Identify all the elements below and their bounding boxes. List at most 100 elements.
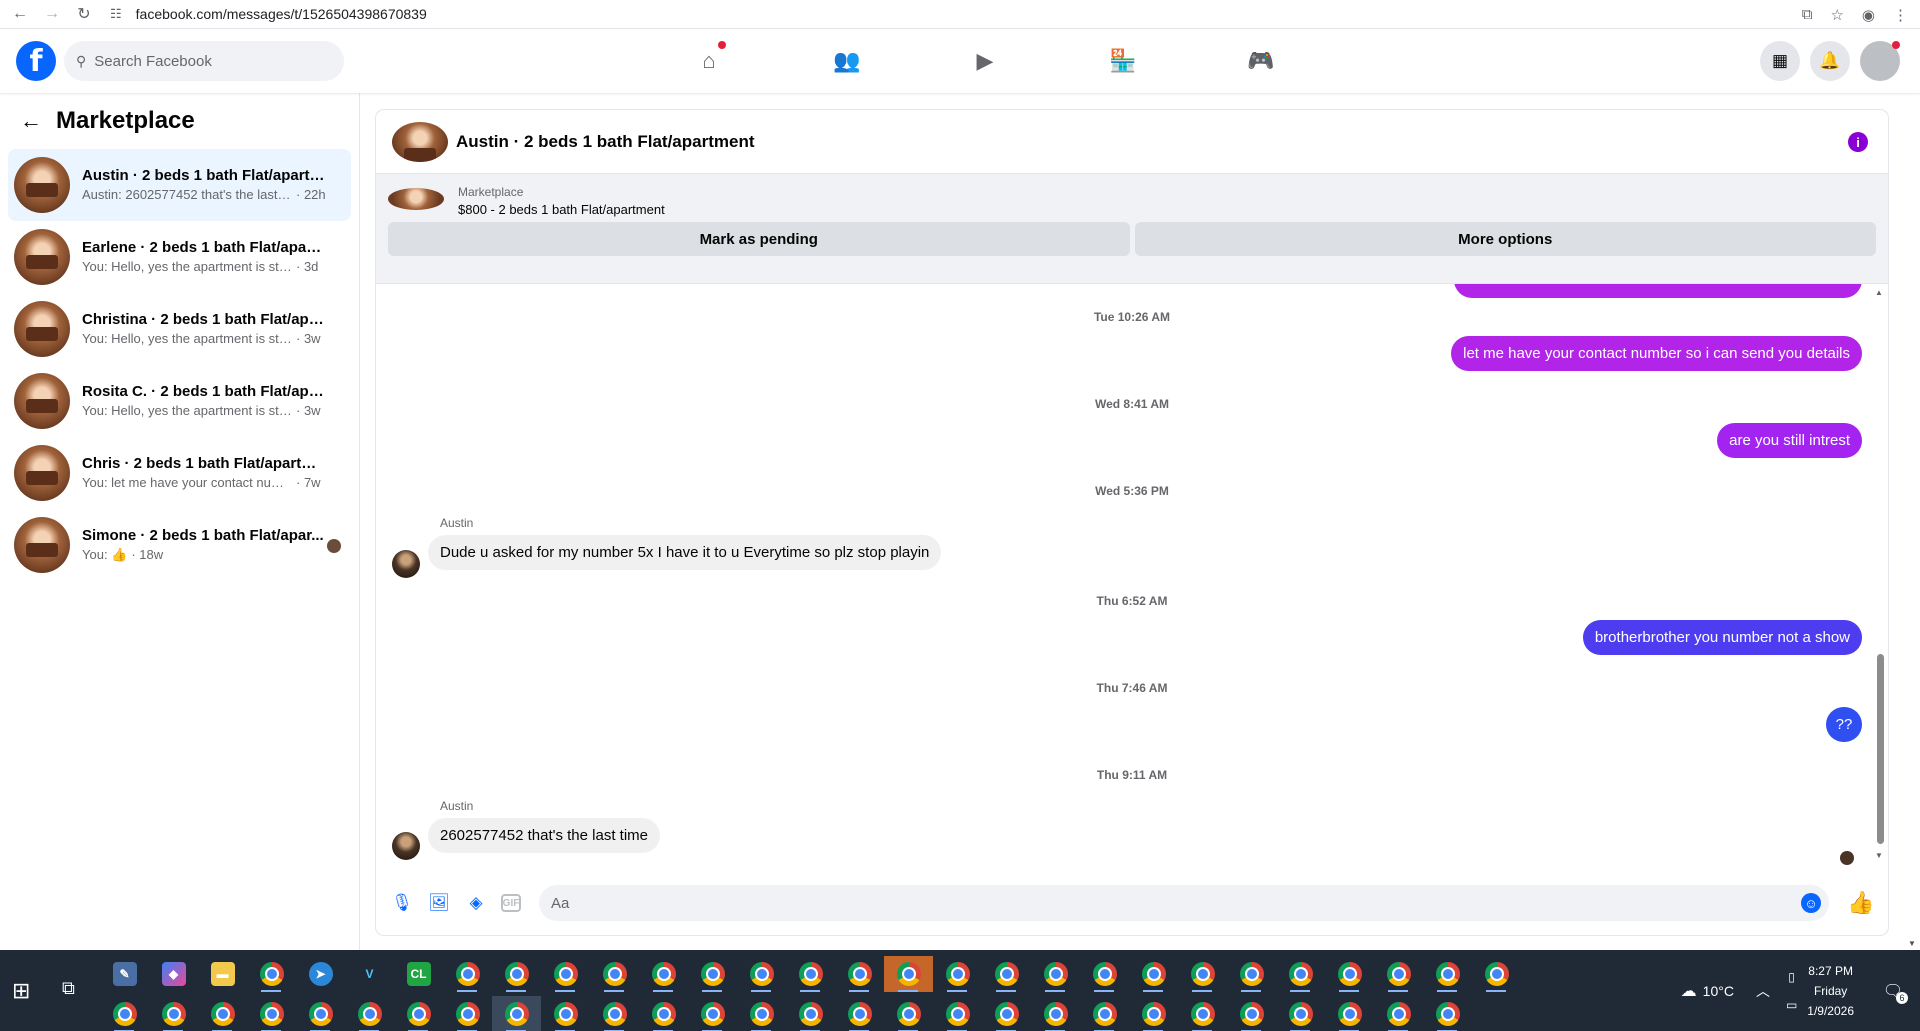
chrome-icon[interactable] <box>541 996 590 1031</box>
network-icon[interactable]: ▭ <box>1786 998 1797 1012</box>
chrome-icon[interactable] <box>1129 996 1178 1031</box>
chrome-icon[interactable] <box>1178 996 1227 1031</box>
copilot-icon[interactable]: ◆ <box>149 956 198 992</box>
chrome-icon[interactable] <box>1276 956 1325 992</box>
chrome-icon[interactable] <box>1325 956 1374 992</box>
chrome-icon[interactable] <box>786 996 835 1031</box>
facebook-logo[interactable]: f <box>16 41 56 81</box>
video-tab[interactable]: ▶ <box>916 29 1054 93</box>
tune-icon[interactable]: ☷ <box>110 6 122 22</box>
chrome-icon[interactable] <box>933 956 982 992</box>
chrome-icon[interactable] <box>786 956 835 992</box>
notifications-button[interactable]: 🔔 <box>1810 41 1850 81</box>
chrome-icon[interactable] <box>1227 956 1276 992</box>
chrome-icon[interactable] <box>982 956 1031 992</box>
chrome-icon[interactable] <box>688 956 737 992</box>
app-icon[interactable]: CL <box>394 956 443 992</box>
back-arrow-icon[interactable]: ← <box>8 2 32 26</box>
chrome-icon[interactable] <box>247 996 296 1031</box>
chrome-icon[interactable] <box>1227 996 1276 1031</box>
chrome-icon[interactable] <box>639 956 688 992</box>
chrome-icon[interactable] <box>1423 956 1472 992</box>
chat-title[interactable]: Austin · 2 beds 1 bath Flat/apartment <box>456 132 755 152</box>
account-avatar[interactable] <box>1860 41 1900 81</box>
chrome-icon[interactable] <box>688 996 737 1031</box>
chrome-icon[interactable] <box>100 996 149 1031</box>
task-view-icon[interactable]: ⧉ <box>62 978 75 999</box>
chrome-icon[interactable] <box>1031 956 1080 992</box>
search-input[interactable]: ⚲ Search Facebook <box>64 41 344 81</box>
back-arrow-icon[interactable]: ← <box>20 108 42 134</box>
marketplace-tab[interactable]: 🏪 <box>1054 29 1192 93</box>
more-options-button[interactable]: More options <box>1134 222 1876 256</box>
chrome-icon[interactable] <box>198 996 247 1031</box>
incoming-message[interactable]: 2602577452 that's the last time <box>428 818 661 853</box>
chrome-icon[interactable] <box>737 996 786 1031</box>
conversation-item[interactable]: Rosita C. · 2 beds 1 bath Flat/apart... … <box>8 365 351 437</box>
chrome-icon[interactable] <box>149 996 198 1031</box>
thread-scrollbar[interactable]: ▲ ▼ <box>1875 288 1885 860</box>
reload-icon[interactable]: ↻ <box>72 2 96 26</box>
mark-pending-button[interactable]: Mark as pending <box>388 222 1130 256</box>
chrome-icon[interactable] <box>590 996 639 1031</box>
scroll-up-icon[interactable]: ▲ <box>1875 288 1883 297</box>
chrome-icon[interactable] <box>835 956 884 992</box>
chrome-icon[interactable] <box>443 996 492 1031</box>
menu-dots-icon[interactable]: ⋮ <box>1893 6 1908 24</box>
chrome-icon[interactable] <box>1472 956 1521 992</box>
app-icon[interactable]: V <box>345 956 394 992</box>
install-app-icon[interactable]: ⧉ <box>1802 6 1813 23</box>
gaming-tab[interactable]: 🎮 <box>1192 29 1330 93</box>
sticker-icon[interactable]: ◈ <box>464 891 488 915</box>
chrome-icon[interactable] <box>933 996 982 1031</box>
notification-center[interactable]: 🗨 6 <box>1878 976 1908 1006</box>
scroll-down-icon[interactable]: ▼ <box>1908 939 1916 948</box>
forward-arrow-icon[interactable]: → <box>40 2 64 26</box>
outgoing-message[interactable]: brotherbrother you number not a show <box>1582 620 1862 655</box>
chrome-icon[interactable] <box>1374 996 1423 1031</box>
chrome-icon[interactable] <box>296 996 345 1031</box>
chrome-icon[interactable] <box>1080 996 1129 1031</box>
weather-widget[interactable]: ☁ 10°C <box>1681 981 1734 1001</box>
conversation-item[interactable]: Chris · 2 beds 1 bath Flat/apartment You… <box>8 437 351 509</box>
chrome-icon[interactable] <box>982 996 1031 1031</box>
profile-icon[interactable]: ◉ <box>1862 6 1875 24</box>
conversation-item[interactable]: Christina · 2 beds 1 bath Flat/apart... … <box>8 293 351 365</box>
clock[interactable]: 8:27 PM Friday 1/9/2026 <box>1807 961 1854 1021</box>
outgoing-message[interactable]: let me have your contact number so i can… <box>1451 336 1862 371</box>
phone-link-icon[interactable]: ▯ <box>1788 970 1795 984</box>
chrome-icon-selected[interactable] <box>492 996 541 1031</box>
friends-tab[interactable]: 👥 <box>778 29 916 93</box>
chrome-icon[interactable] <box>1178 956 1227 992</box>
chrome-icon[interactable] <box>835 996 884 1031</box>
app-icon[interactable]: ➤ <box>296 956 345 992</box>
gif-icon[interactable]: GIF <box>501 894 521 912</box>
chevron-up-icon[interactable]: ︿ <box>1756 981 1770 1001</box>
message-input[interactable]: Aa ☺ <box>539 885 1829 921</box>
listing-title[interactable]: $800 - 2 beds 1 bath Flat/apartment <box>458 201 665 219</box>
like-icon[interactable]: 👍 <box>1847 890 1874 916</box>
listing-thumbnail[interactable] <box>392 121 448 162</box>
menu-grid-button[interactable]: ▦ <box>1760 41 1800 81</box>
chrome-icon[interactable] <box>345 996 394 1031</box>
incoming-message[interactable]: Dude u asked for my number 5x I have it … <box>428 535 942 570</box>
chrome-icon[interactable] <box>1080 956 1129 992</box>
chrome-icon[interactable] <box>590 956 639 992</box>
chrome-icon[interactable] <box>247 956 296 992</box>
chrome-icon[interactable] <box>737 956 786 992</box>
emoji-icon[interactable]: ☺ <box>1801 893 1821 913</box>
chrome-icon[interactable] <box>443 956 492 992</box>
windows-start-icon[interactable]: ⊞ <box>12 978 30 1004</box>
chrome-icon[interactable] <box>1031 996 1080 1031</box>
address-bar[interactable]: ☷ facebook.com/messages/t/15265043986708… <box>110 6 427 22</box>
chrome-icon[interactable] <box>1129 956 1178 992</box>
chrome-icon[interactable] <box>1423 996 1472 1031</box>
chrome-icon[interactable] <box>1325 996 1374 1031</box>
image-icon[interactable]: 🖼 <box>427 891 451 915</box>
chrome-icon[interactable] <box>541 956 590 992</box>
outgoing-message[interactable]: ?? <box>1826 707 1862 742</box>
conversation-item[interactable]: Earlene · 2 beds 1 bath Flat/apart... Yo… <box>8 221 351 293</box>
chrome-icon[interactable] <box>884 996 933 1031</box>
conversation-item[interactable]: Simone · 2 beds 1 bath Flat/apar... You:… <box>8 509 351 581</box>
chrome-icon[interactable] <box>1374 956 1423 992</box>
